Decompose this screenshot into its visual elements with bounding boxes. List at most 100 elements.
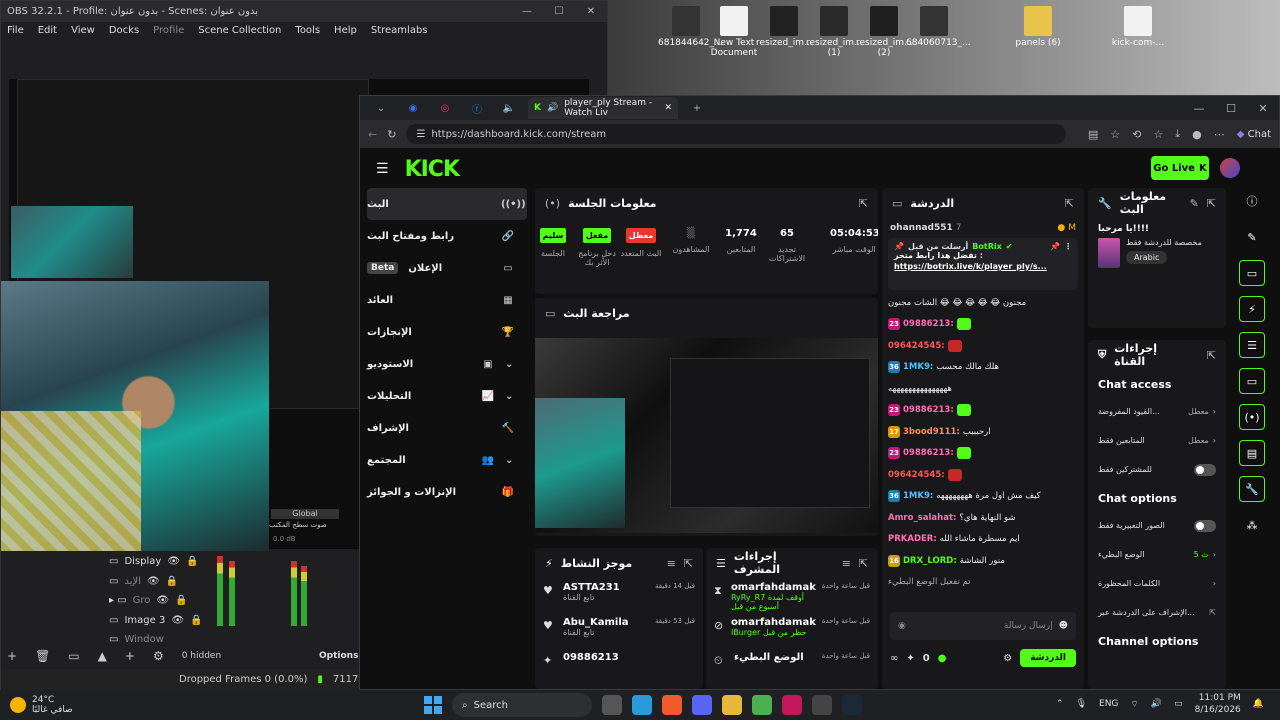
wifi-icon[interactable]: ⌔ (1130, 699, 1138, 710)
lock-icon[interactable]: 🔒 (190, 615, 202, 626)
tab-kick-active[interactable]: K 🔊 player_ply Stream - Watch Liv ✕ (528, 97, 678, 119)
expand-icon[interactable]: ⇱ (684, 557, 693, 570)
lock-icon[interactable]: 🔒 (166, 576, 178, 587)
emoji-icon[interactable]: ☻ (1059, 621, 1068, 631)
mod-user[interactable]: omarfahdamak (731, 582, 816, 593)
wrench-icon[interactable]: 🔧 (1239, 476, 1265, 502)
nav-item-revenue[interactable]: ▦ العائد (367, 284, 527, 316)
pinned-link[interactable]: https://botrix.live/k/player_ply/s... (894, 262, 1072, 271)
refresh-page-icon[interactable]: ⟲ (1132, 128, 1141, 141)
file-explorer-icon[interactable] (722, 695, 742, 715)
chat-username[interactable]: 3bood9111: (903, 427, 960, 437)
tv-icon[interactable]: ▤ (1239, 440, 1265, 466)
option-slow-mode[interactable]: الوضع البطيء 5 ث › (1088, 540, 1226, 569)
menu-tools[interactable]: Tools (295, 25, 320, 36)
desktop-icon[interactable]: resized_im... (1) (806, 6, 863, 58)
nav-item-ads[interactable]: ▭ الإعلان Beta (367, 252, 527, 284)
clock[interactable]: 11:01 PM 8/16/2026 (1195, 692, 1241, 716)
mixer-global-tab[interactable]: Global (271, 509, 339, 519)
copilot-button[interactable]: ◆ Chat (1237, 129, 1271, 140)
menu-scene-collection[interactable]: Scene Collection (198, 25, 281, 36)
nav-item-stream[interactable]: ((•)) البث (367, 188, 527, 220)
desktop-icon[interactable]: resized_im... (2) (856, 6, 913, 58)
option-chat-moderation[interactable]: الإشراف على الدردشة عبر... ⇱ (1088, 598, 1226, 627)
reader-icon[interactable]: ▤ (1088, 128, 1098, 141)
back-icon[interactable]: ← (368, 128, 377, 141)
add-source-icon[interactable]: + (125, 649, 135, 663)
nav-item-studio[interactable]: ▣ الاستوديو ⌄ (367, 348, 527, 380)
options-button[interactable]: Options (319, 645, 358, 667)
mod-user[interactable]: omarfahdamak (731, 617, 816, 628)
notification-icon[interactable]: 🔔 (1253, 699, 1264, 709)
desktop-icon[interactable]: 684060713_... (906, 6, 971, 48)
chat-username[interactable]: 09886213: (903, 448, 954, 458)
menu-view[interactable]: View (71, 25, 95, 36)
volume-icon[interactable]: 🔊 (1151, 699, 1162, 709)
community-icon[interactable]: ⁂ (1239, 512, 1265, 538)
option-emote-only[interactable]: الصور التعبيرية فقط (1088, 511, 1226, 540)
tab-brave[interactable]: ◉ (400, 99, 426, 117)
chat-username[interactable]: 096424545: (888, 341, 945, 351)
activity-user[interactable]: 09886213 (563, 652, 695, 663)
expand-icon[interactable]: ⇱ (859, 197, 868, 210)
stream-preview-video[interactable] (535, 338, 878, 533)
app-icon[interactable] (782, 695, 802, 715)
chat-username[interactable]: 1MK9: (903, 362, 933, 372)
lock-icon[interactable]: 🔒 (186, 556, 198, 567)
lock-icon[interactable]: 🔒 (175, 595, 187, 606)
favorites-icon[interactable]: ☆ (1153, 128, 1163, 141)
steam-icon[interactable] (842, 695, 862, 715)
more-icon[interactable]: ⋯ (1214, 128, 1225, 141)
filter-icon[interactable]: ≡ (842, 557, 851, 570)
info-icon[interactable]: ⓘ (1239, 188, 1265, 214)
bolt-icon[interactable]: ⚡ (1239, 296, 1265, 322)
maximize-icon[interactable]: ☐ (543, 6, 575, 17)
download-icon[interactable]: ⤓ (1175, 127, 1180, 141)
source-item[interactable]: ▭ Image 3 👁 🔒 (109, 610, 209, 630)
hamburger-icon[interactable]: ☰ (376, 161, 389, 177)
obs-icon[interactable] (812, 695, 832, 715)
weather-widget[interactable]: 24°C صافي غالبًا (0, 695, 200, 715)
chat-username[interactable]: 09886213: (903, 405, 954, 415)
visibility-icon[interactable]: 👁 (171, 615, 184, 626)
activity-user[interactable]: ASTTA231 (563, 582, 649, 593)
chat-send-button[interactable]: الدردشة (1020, 649, 1076, 667)
menu-docks[interactable]: Docks (109, 25, 139, 36)
edit-icon[interactable]: ✎ (1190, 197, 1199, 210)
desktop-icon[interactable]: resized_im... (756, 6, 813, 48)
chat-input[interactable]: ◉ إرسال رسالة ☻ (890, 612, 1076, 640)
minimize-icon[interactable]: — (511, 6, 543, 17)
nav-item-achievements[interactable]: 🏆 الإنجازات (367, 316, 527, 348)
new-tab-button[interactable]: + (684, 99, 710, 117)
visibility-icon[interactable]: 👁 (167, 556, 180, 567)
tab-close-icon[interactable]: ✕ (664, 103, 672, 113)
menu-help[interactable]: Help (334, 25, 357, 36)
desktop-icon[interactable]: New Text Document (706, 6, 762, 58)
kick-logo[interactable]: KICK (405, 157, 460, 182)
chat-icon[interactable]: ▭ (1239, 368, 1265, 394)
close-icon[interactable]: ✕ (575, 6, 607, 17)
source-item[interactable]: ▸ ▭ Gro 👁 🔒 (109, 590, 209, 610)
tab-menu-icon[interactable]: ⌄ (368, 99, 394, 117)
nav-item-moderation[interactable]: 🔨 الإشراف (367, 412, 527, 444)
minimize-icon[interactable]: — (1183, 102, 1215, 115)
remove-icon[interactable]: 🗑 (35, 649, 50, 663)
start-icon[interactable] (424, 696, 442, 714)
pinned-bot-name[interactable]: BotRix (972, 242, 1001, 251)
menu-edit[interactable]: Edit (38, 25, 57, 36)
broadcast-icon[interactable]: (•) (1239, 404, 1265, 430)
layout-icon[interactable]: ▭ (1239, 260, 1265, 286)
visibility-icon[interactable]: 👁 (156, 595, 169, 606)
avatar[interactable] (1220, 158, 1240, 178)
desktop-icon[interactable]: panels (6) (1010, 6, 1066, 48)
url-field[interactable]: ☰ https://dashboard.kick.com/stream (406, 124, 1067, 144)
nav-item-drops[interactable]: 🎁 الإنزالات و الجوائز (367, 476, 527, 508)
tab-audio-icon[interactable]: 🔈 (496, 99, 522, 117)
chat-username[interactable]: 1MK9: (903, 491, 933, 501)
go-live-button[interactable]: Go Live K (1151, 156, 1209, 180)
chevron-up-icon[interactable]: ⌃ (1056, 699, 1064, 709)
chat-username[interactable]: 09886213: (903, 319, 954, 329)
chat-username[interactable]: 096424545: (888, 470, 945, 480)
expand-icon[interactable]: ⇱ (1065, 197, 1074, 210)
language-indicator[interactable]: ENG (1099, 699, 1118, 709)
